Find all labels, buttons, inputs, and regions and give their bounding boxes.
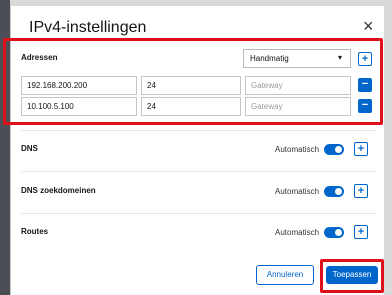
- divider: [21, 213, 377, 214]
- page: IPv4-instellingen × Adressen Handmatig ▾…: [0, 0, 392, 295]
- routes-mode-label: Automatisch: [275, 228, 320, 237]
- dns-toggle[interactable]: [324, 144, 344, 155]
- close-icon[interactable]: ×: [363, 16, 374, 37]
- dns-search-domains-label: DNS zoekdomeinen: [21, 186, 96, 195]
- dns-search-toggle[interactable]: [324, 186, 344, 197]
- add-dns-search-domain-button[interactable]: +: [354, 184, 368, 198]
- routes-label: Routes: [21, 227, 49, 236]
- toggle-knob: [335, 229, 342, 236]
- routes-toggle[interactable]: [324, 227, 344, 238]
- add-route-button[interactable]: +: [354, 225, 368, 239]
- cancel-button[interactable]: Annuleren: [256, 265, 314, 285]
- dialog-title: IPv4-instellingen: [29, 19, 147, 36]
- dns-label: DNS: [21, 144, 38, 153]
- ipv4-settings-dialog: IPv4-instellingen × Adressen Handmatig ▾…: [3, 6, 384, 295]
- divider: [21, 171, 377, 172]
- toggle-knob: [335, 188, 342, 195]
- toggle-knob: [335, 146, 342, 153]
- dns-mode-label: Automatisch: [275, 145, 320, 154]
- apply-highlight: [320, 259, 384, 293]
- dns-search-mode-label: Automatisch: [275, 187, 320, 196]
- addresses-highlight: [3, 38, 383, 125]
- divider: [21, 130, 377, 131]
- add-dns-button[interactable]: +: [354, 142, 368, 156]
